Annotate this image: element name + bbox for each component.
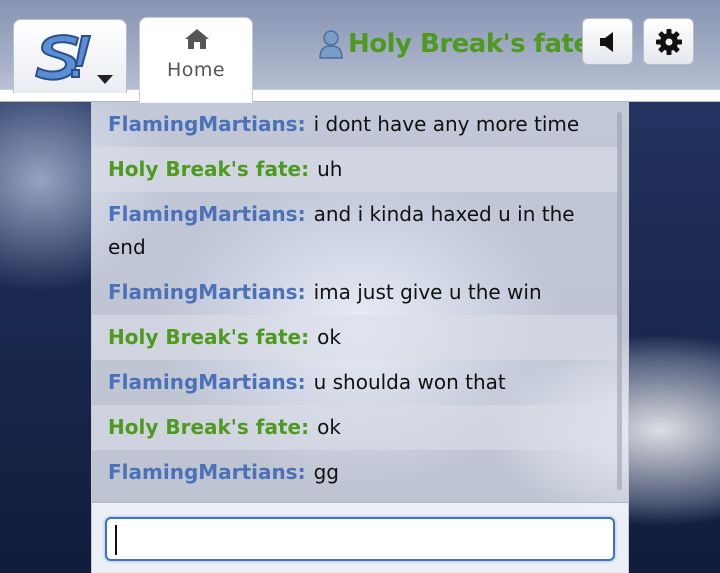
user-name: Holy Break's fate (348, 29, 591, 59)
message-text: ok (317, 325, 341, 349)
caret-down-icon (97, 75, 113, 84)
volume-icon (599, 31, 613, 52)
chat-input[interactable] (105, 517, 615, 561)
message-text: u shoulda won that (313, 370, 506, 394)
chat-message: FlamingMartians: gg (92, 450, 618, 495)
sound-button[interactable] (582, 18, 633, 65)
message-sender[interactable]: Holy Break's fate: (108, 415, 309, 439)
message-sender[interactable]: FlamingMartians: (108, 202, 306, 226)
chat-scrollbar[interactable] (617, 112, 622, 490)
chat-message: Holy Break's fate: uh (92, 147, 618, 192)
message-sender[interactable]: Holy Break's fate: (108, 325, 309, 349)
showdown-logo-icon (34, 34, 92, 81)
message-text: ima just give u the win (313, 280, 542, 304)
chat-message: FlamingMartians: ima just give u the win (92, 270, 618, 315)
gear-icon (655, 28, 682, 55)
chat-message: Holy Break's fate: ok (92, 315, 618, 360)
settings-button[interactable] (643, 18, 694, 65)
message-text: ok (317, 415, 341, 439)
chat-input-area (92, 502, 628, 573)
message-sender[interactable]: FlamingMartians: (108, 112, 306, 136)
message-sender[interactable]: Holy Break's fate: (108, 157, 309, 181)
chat-message: FlamingMartians: and i kinda haxed u in t… (92, 192, 618, 270)
message-text: gg (313, 460, 339, 484)
user-name-button[interactable]: Holy Break's fate (318, 27, 591, 61)
tab-home[interactable]: Home (139, 17, 253, 103)
chat-message: Holy Break's fate: ok (92, 405, 618, 450)
chat-message: FlamingMartians: i dont have any more tim… (92, 102, 618, 147)
chat-message: FlamingMartians: u shoulda won that (92, 360, 618, 405)
chat-log[interactable]: FlamingMartians: i dont have any more tim… (92, 102, 628, 502)
message-text: uh (317, 157, 343, 181)
message-sender[interactable]: FlamingMartians: (108, 460, 306, 484)
message-sender[interactable]: FlamingMartians: (108, 370, 306, 394)
home-icon (185, 29, 209, 49)
main-menu-button[interactable] (13, 19, 127, 93)
message-sender[interactable]: FlamingMartians: (108, 280, 306, 304)
user-icon (319, 30, 343, 59)
tab-home-label: Home (166, 59, 226, 81)
text-caret (115, 525, 117, 555)
chat-panel: FlamingMartians: i dont have any more tim… (91, 102, 629, 573)
message-text: i dont have any more time (313, 112, 580, 136)
